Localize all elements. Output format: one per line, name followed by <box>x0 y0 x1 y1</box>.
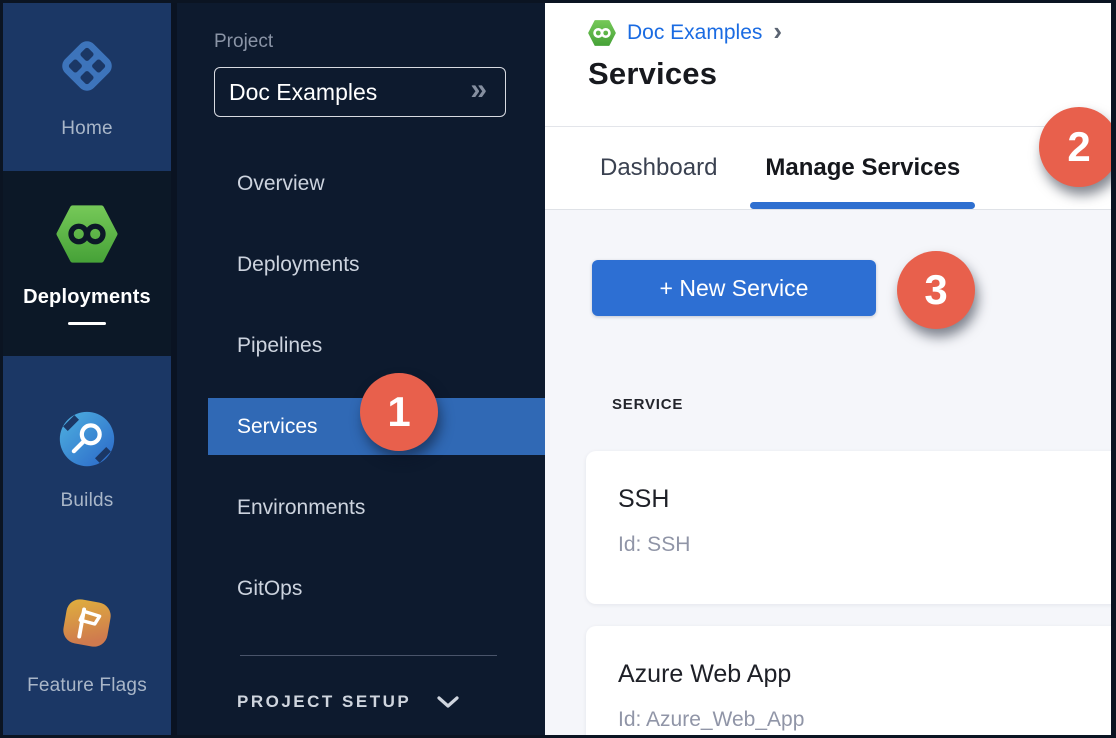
project-setup-label: PROJECT SETUP <box>237 692 411 712</box>
module-active-underline <box>68 322 106 325</box>
service-name: Azure Web App <box>618 660 1111 689</box>
sidebar-item-gitops[interactable]: GitOps <box>177 548 545 629</box>
page-header: Doc Examples › Services <box>545 3 1111 127</box>
breadcrumb[interactable]: Doc Examples › <box>588 19 782 47</box>
breadcrumb-chevron-icon: › <box>773 16 782 47</box>
service-id: Id: Azure_Web_App <box>618 708 1111 732</box>
app-window: Home Deployments <box>3 3 1111 735</box>
project-setup-section[interactable]: PROJECT SETUP <box>237 692 545 712</box>
tab-dashboard[interactable]: Dashboard <box>600 127 717 209</box>
service-name: SSH <box>618 485 1111 514</box>
feature-flags-icon <box>56 592 118 659</box>
project-label: Project <box>214 31 545 53</box>
service-id: Id: SSH <box>618 533 1111 557</box>
project-selector-value: Doc Examples <box>229 79 377 106</box>
sidebar-item-environments[interactable]: Environments <box>177 467 545 548</box>
screenshot-border-right <box>1111 0 1116 738</box>
module-home-label: Home <box>61 118 112 140</box>
callout-badge-1: 1 <box>360 373 438 451</box>
sidebar-item-deployments[interactable]: Deployments <box>177 224 545 305</box>
new-service-button[interactable]: + New Service <box>592 260 876 316</box>
screenshot-border-top <box>0 0 1116 3</box>
module-deployments[interactable]: Deployments <box>3 171 171 356</box>
tab-manage-services[interactable]: Manage Services <box>765 127 960 209</box>
callout-badge-3: 3 <box>897 251 975 329</box>
module-deployments-label: Deployments <box>23 286 151 309</box>
breadcrumb-project-link[interactable]: Doc Examples <box>627 21 762 45</box>
page-title: Services <box>588 56 1111 92</box>
sidebar-item-overview[interactable]: Overview <box>177 143 545 224</box>
cd-module-icon <box>588 19 616 47</box>
tab-dashboard-label: Dashboard <box>600 154 717 182</box>
deployments-icon <box>56 203 118 270</box>
sidebar-item-pipelines[interactable]: Pipelines <box>177 305 545 386</box>
project-selector[interactable]: Doc Examples » <box>214 67 506 117</box>
tab-manage-services-label: Manage Services <box>765 154 960 182</box>
module-rail: Home Deployments <box>3 3 177 735</box>
tab-bar: Dashboard Manage Services <box>545 127 1111 210</box>
project-sidebar: Project Doc Examples » Overview Deployme… <box>177 3 545 735</box>
module-builds[interactable]: Builds <box>3 390 171 530</box>
chevron-down-icon <box>437 696 459 709</box>
screenshot-border-left <box>0 0 3 738</box>
service-column-header: SERVICE <box>612 396 1111 413</box>
callout-badge-2: 2 <box>1039 107 1116 187</box>
module-home[interactable]: Home <box>3 3 171 171</box>
builds-icon <box>57 409 117 474</box>
sidebar-nav: Overview Deployments Pipelines Services … <box>177 143 545 629</box>
service-card-ssh[interactable]: SSH Id: SSH <box>586 451 1111 604</box>
service-card-azure-web-app[interactable]: Azure Web App Id: Azure_Web_App <box>586 626 1111 735</box>
module-feature-flags[interactable]: Feature Flags <box>3 592 171 697</box>
module-builds-label: Builds <box>61 490 114 512</box>
double-chevron-icon: » <box>470 75 487 105</box>
module-feature-flags-label: Feature Flags <box>27 675 147 697</box>
home-icon <box>56 35 118 102</box>
active-tab-underline <box>750 202 975 209</box>
main-content: Doc Examples › Services Dashboard Manage… <box>545 3 1111 735</box>
sidebar-divider <box>240 655 497 656</box>
services-panel: + New Service SERVICE SSH Id: SSH Azure … <box>545 210 1111 735</box>
module-rail-lower: Builds Feature Flags <box>3 356 171 735</box>
